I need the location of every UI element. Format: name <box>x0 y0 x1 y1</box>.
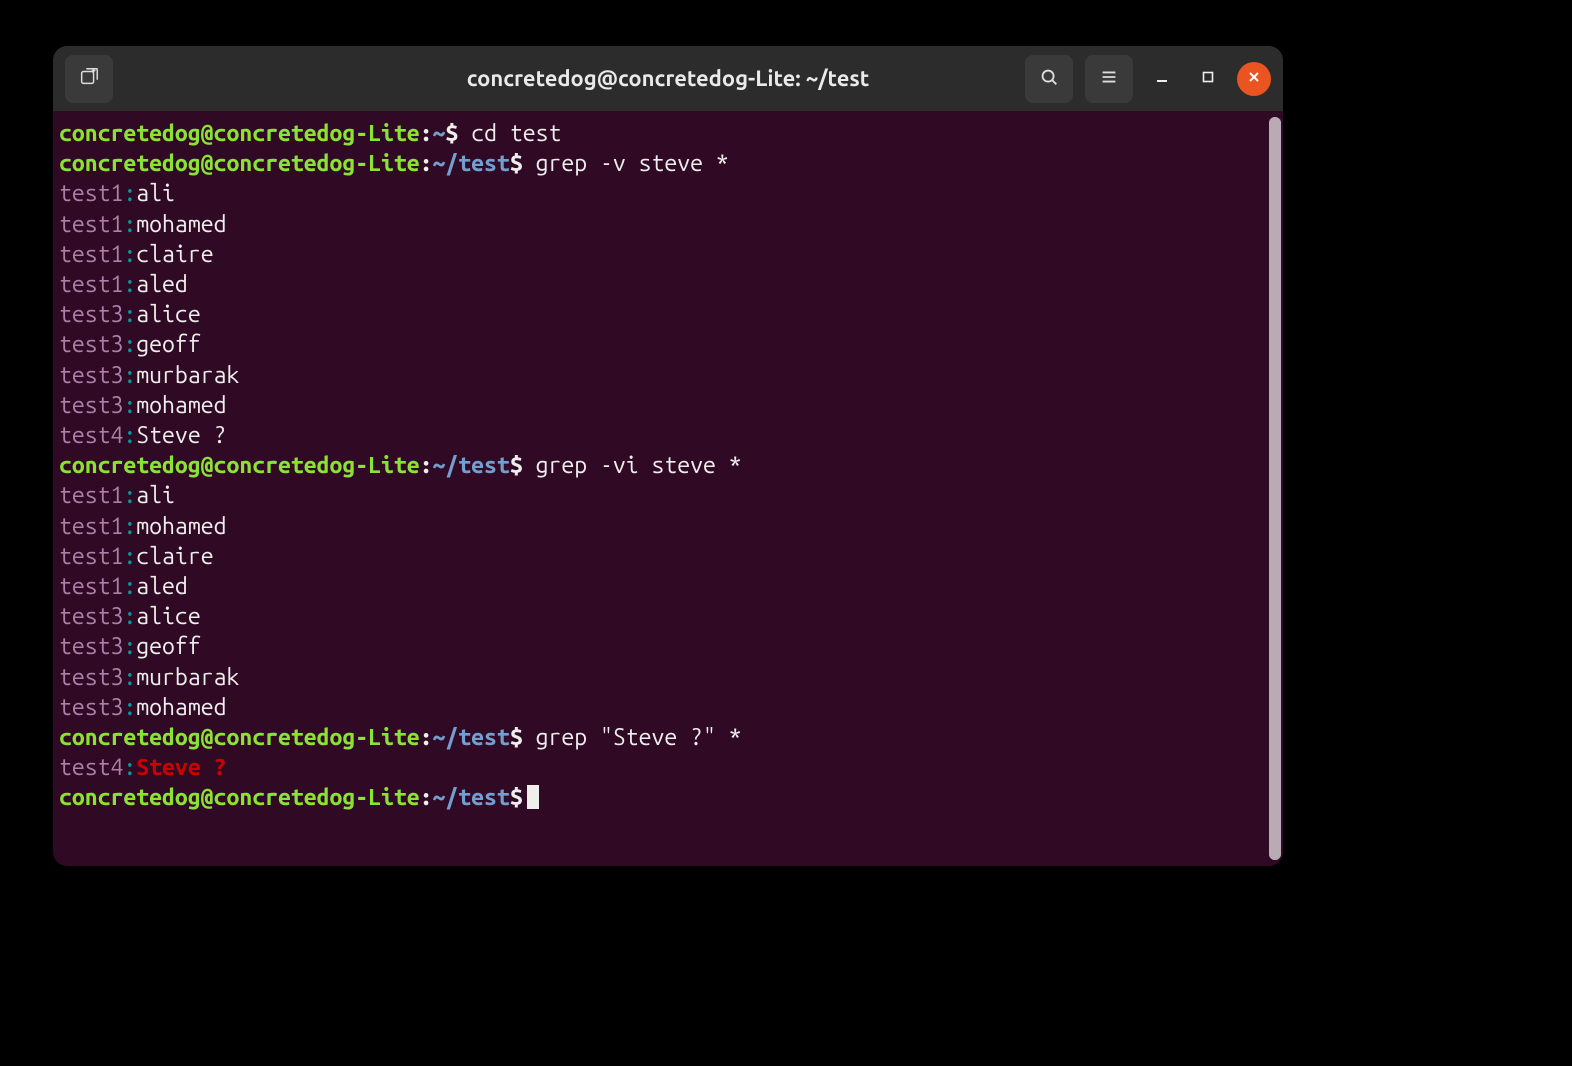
prompt-dollar: $ <box>510 453 523 478</box>
grep-file: test4 <box>59 423 123 448</box>
minimize-icon <box>1155 70 1169 88</box>
grep-sep: : <box>123 604 136 629</box>
prompt-userhost: concretedog@concretedog-Lite <box>59 453 420 478</box>
grep-text: alice <box>136 604 200 629</box>
grep-file: test1 <box>59 212 123 237</box>
grep-file: test3 <box>59 634 123 659</box>
grep-text: mohamed <box>136 393 226 418</box>
grep-sep: : <box>123 574 136 599</box>
grep-file: test1 <box>59 272 123 297</box>
grep-text: murbarak <box>136 665 239 690</box>
prompt-dollar: $ <box>510 151 523 176</box>
grep-match: Steve ? <box>136 755 226 780</box>
prompt-dollar: $ <box>445 121 458 146</box>
grep-file: test3 <box>59 393 123 418</box>
grep-sep: : <box>123 665 136 690</box>
new-tab-icon <box>78 66 100 92</box>
prompt-path: ~ <box>433 121 446 146</box>
grep-text: alice <box>136 302 200 327</box>
grep-sep: : <box>123 212 136 237</box>
titlebar-right-group <box>1025 55 1271 103</box>
grep-sep: : <box>123 242 136 267</box>
grep-sep: : <box>123 302 136 327</box>
prompt-path: ~/test <box>433 453 510 478</box>
close-button[interactable] <box>1237 62 1271 96</box>
grep-sep: : <box>123 272 136 297</box>
search-button[interactable] <box>1025 55 1073 103</box>
grep-sep: : <box>123 544 136 569</box>
grep-text: aled <box>136 272 188 297</box>
grep-text: claire <box>136 544 213 569</box>
command-line: grep -v steve * <box>523 151 729 176</box>
maximize-icon <box>1201 70 1215 88</box>
terminal-window: concretedog@concretedog-Lite: ~/test <box>53 46 1283 866</box>
hamburger-menu-button[interactable] <box>1085 55 1133 103</box>
grep-file: test3 <box>59 665 123 690</box>
minimize-button[interactable] <box>1145 62 1179 96</box>
close-icon <box>1247 70 1261 88</box>
grep-file: test3 <box>59 363 123 388</box>
grep-text: geoff <box>136 332 200 357</box>
grep-file: test4 <box>59 755 123 780</box>
scrollbar[interactable] <box>1269 117 1281 860</box>
grep-sep: : <box>123 332 136 357</box>
grep-sep: : <box>123 755 136 780</box>
grep-sep: : <box>123 483 136 508</box>
search-icon <box>1038 66 1060 92</box>
grep-file: test1 <box>59 242 123 267</box>
grep-file: test3 <box>59 332 123 357</box>
cursor <box>527 785 539 809</box>
grep-text: ali <box>136 483 175 508</box>
hamburger-icon <box>1098 66 1120 92</box>
command-line: grep -vi steve * <box>523 453 742 478</box>
grep-file: test3 <box>59 695 123 720</box>
grep-sep: : <box>123 634 136 659</box>
prompt-path: ~/test <box>433 151 510 176</box>
prompt-dollar: $ <box>510 725 523 750</box>
grep-text: Steve ? <box>136 423 226 448</box>
grep-sep: : <box>123 363 136 388</box>
grep-file: test1 <box>59 483 123 508</box>
prompt-path: ~/test <box>433 725 510 750</box>
prompt-colon: : <box>420 453 433 478</box>
grep-text: geoff <box>136 634 200 659</box>
titlebar: concretedog@concretedog-Lite: ~/test <box>53 46 1283 111</box>
grep-text: murbarak <box>136 363 239 388</box>
grep-sep: : <box>123 423 136 448</box>
grep-text: ali <box>136 181 175 206</box>
new-tab-button[interactable] <box>65 55 113 103</box>
grep-text: mohamed <box>136 212 226 237</box>
prompt-colon: : <box>420 151 433 176</box>
grep-sep: : <box>123 181 136 206</box>
prompt-colon: : <box>420 121 433 146</box>
grep-text: aled <box>136 574 188 599</box>
prompt-colon: : <box>420 725 433 750</box>
grep-file: test3 <box>59 302 123 327</box>
maximize-button[interactable] <box>1191 62 1225 96</box>
prompt-userhost: concretedog@concretedog-Lite <box>59 725 420 750</box>
grep-text: mohamed <box>136 514 226 539</box>
grep-file: test1 <box>59 181 123 206</box>
terminal-viewport[interactable]: concretedog@concretedog-Lite:~$ cd test … <box>53 111 1283 866</box>
grep-file: test1 <box>59 574 123 599</box>
grep-sep: : <box>123 695 136 720</box>
grep-sep: : <box>123 514 136 539</box>
grep-file: test1 <box>59 514 123 539</box>
grep-file: test1 <box>59 544 123 569</box>
terminal-content: concretedog@concretedog-Lite:~$ cd test … <box>59 119 1277 814</box>
prompt-path: ~/test <box>433 785 510 810</box>
prompt-userhost: concretedog@concretedog-Lite <box>59 151 420 176</box>
prompt-colon: : <box>420 785 433 810</box>
grep-text: claire <box>136 242 213 267</box>
grep-text: mohamed <box>136 695 226 720</box>
grep-file: test3 <box>59 604 123 629</box>
prompt-dollar: $ <box>510 785 523 810</box>
scrollbar-thumb[interactable] <box>1269 117 1281 860</box>
grep-sep: : <box>123 393 136 418</box>
prompt-userhost: concretedog@concretedog-Lite <box>59 785 420 810</box>
prompt-userhost: concretedog@concretedog-Lite <box>59 121 420 146</box>
command-line: grep "Steve ?" * <box>523 725 742 750</box>
command-line: cd test <box>458 121 561 146</box>
